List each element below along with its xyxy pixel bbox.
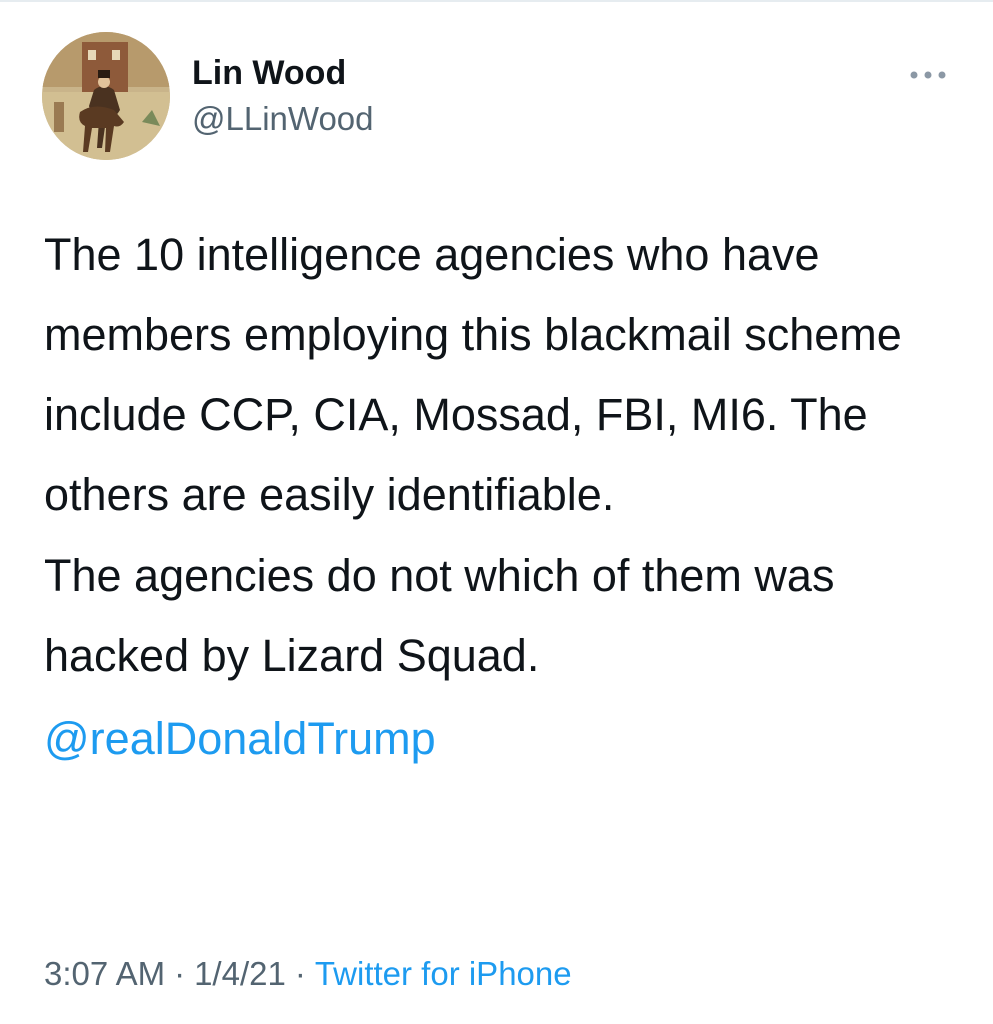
tweet-text: The 10 intelligence agencies who have me… bbox=[44, 215, 964, 779]
avatar-painting-icon bbox=[42, 32, 170, 160]
tweet-card: Lin Wood @LLinWood The 10 intelligence a… bbox=[0, 0, 993, 1024]
user-avatar[interactable] bbox=[42, 32, 170, 160]
mention-link[interactable]: @realDonaldTrump bbox=[44, 699, 436, 779]
meta-separator: · bbox=[294, 955, 306, 992]
tweet-paragraph-2: The agencies do not which of them was ha… bbox=[44, 550, 835, 681]
more-options-button[interactable] bbox=[900, 58, 956, 92]
tweet-date[interactable]: 1/4/21 bbox=[194, 955, 286, 992]
tweet-paragraph-1: The 10 intelligence agencies who have me… bbox=[44, 229, 902, 520]
tweet-time[interactable]: 3:07 AM bbox=[44, 955, 165, 992]
user-handle[interactable]: @LLinWood bbox=[192, 98, 374, 140]
tweet-source-link[interactable]: Twitter for iPhone bbox=[315, 955, 572, 992]
user-display-name[interactable]: Lin Wood bbox=[192, 52, 346, 94]
more-horizontal-icon bbox=[910, 71, 946, 79]
meta-separator: · bbox=[174, 955, 186, 992]
tweet-metadata: 3:07 AM · 1/4/21 · Twitter for iPhone bbox=[44, 950, 572, 998]
